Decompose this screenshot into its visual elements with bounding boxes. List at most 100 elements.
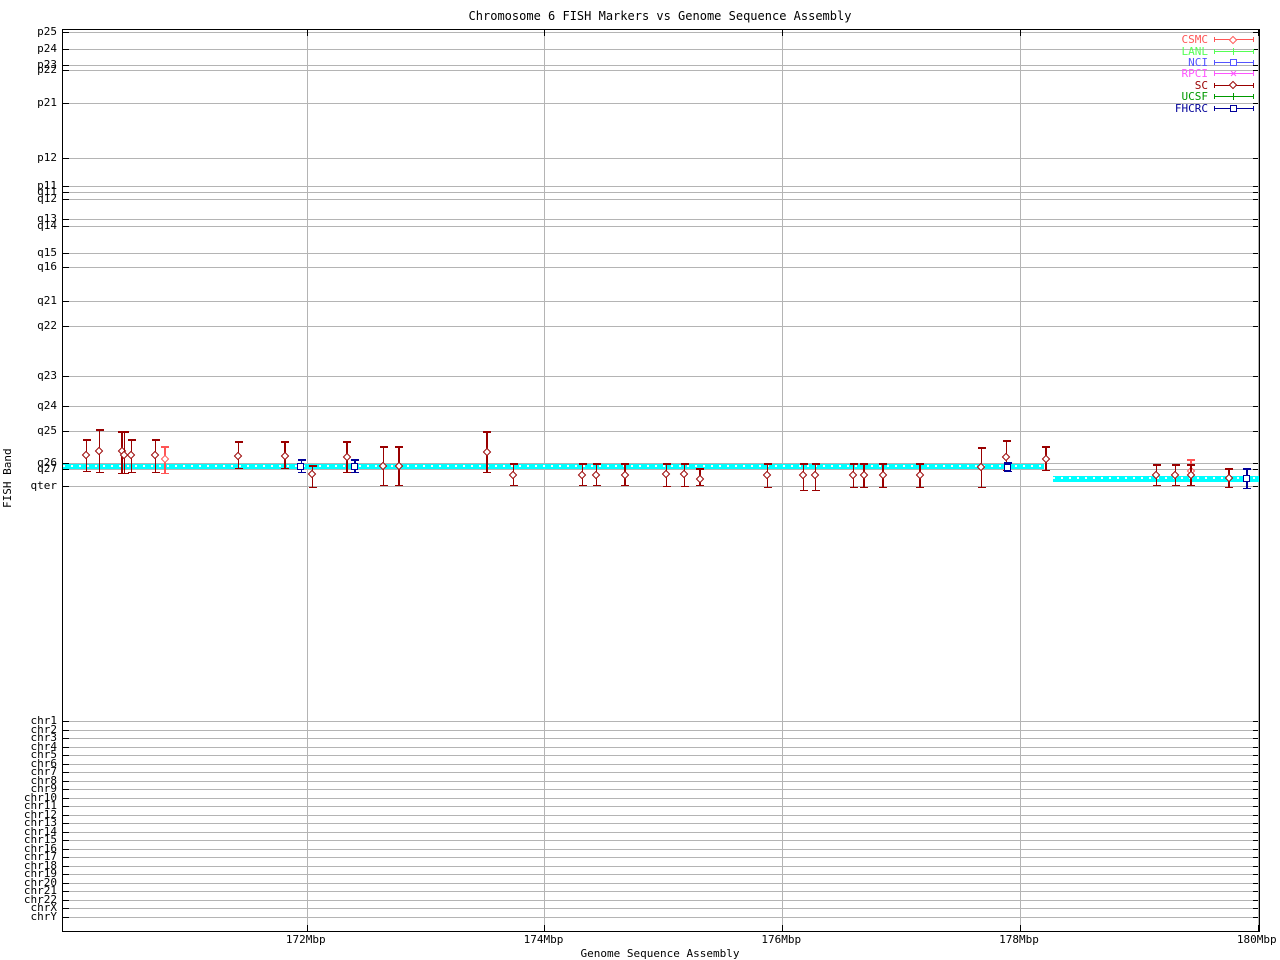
errorbar-sc bbox=[95, 429, 104, 473]
y-gridline bbox=[63, 797, 1259, 799]
errorbar-cap-top bbox=[1225, 468, 1234, 470]
errorbar-cap-bottom bbox=[860, 486, 869, 488]
y-tick-label: q21 bbox=[37, 294, 57, 307]
y-tick-label: chrY bbox=[30, 909, 58, 923]
diamond-marker-icon bbox=[160, 454, 169, 464]
errorbar-cap-top bbox=[483, 431, 492, 433]
errorbar-cap-bottom bbox=[281, 467, 290, 469]
diamond-marker-icon bbox=[810, 470, 820, 480]
diamond-marker-icon bbox=[280, 451, 290, 461]
legend-sample-cap-right bbox=[1253, 37, 1254, 43]
errorbar-sc bbox=[379, 446, 388, 486]
y-gridline bbox=[63, 376, 1259, 377]
errorbar-cap-bottom bbox=[395, 484, 404, 486]
assembly-band-dashes bbox=[63, 464, 1044, 467]
y-gridline bbox=[63, 326, 1259, 327]
y-gridline bbox=[63, 158, 1259, 159]
y-tick-left bbox=[63, 780, 69, 782]
errorbar-sc bbox=[915, 463, 925, 488]
y-gridline bbox=[63, 721, 1259, 722]
y-tick-left bbox=[63, 899, 69, 901]
errorbar-cap-top bbox=[696, 468, 705, 470]
y-tick-left bbox=[63, 840, 69, 841]
diamond-marker-icon bbox=[127, 450, 136, 460]
y-gridline bbox=[63, 486, 1259, 487]
legend-sample-cap-left bbox=[1214, 94, 1215, 100]
errorbar-cap-bottom bbox=[662, 485, 671, 487]
errorbar-sc bbox=[592, 463, 601, 486]
errorbar-sc bbox=[1041, 446, 1051, 471]
errorbar-cap-bottom bbox=[799, 489, 808, 491]
y-tick-left bbox=[63, 301, 69, 302]
y-tick-left bbox=[63, 219, 69, 220]
y-gridline bbox=[63, 406, 1259, 407]
errorbar-sc bbox=[150, 439, 160, 473]
x-tick-bottom bbox=[1020, 925, 1022, 931]
y-gridline bbox=[63, 267, 1259, 268]
y-tick-left bbox=[63, 908, 69, 909]
y-tick-left bbox=[63, 916, 69, 918]
diamond-marker-icon bbox=[878, 470, 888, 480]
y-tick-label: q24 bbox=[37, 399, 57, 412]
errorbar-sc bbox=[1186, 464, 1196, 486]
errorbar-cap-bottom bbox=[234, 467, 243, 469]
y-gridline bbox=[63, 253, 1259, 254]
x-gridline bbox=[1020, 30, 1022, 931]
y-tick-left bbox=[63, 857, 69, 858]
y-tick-label: q25 bbox=[37, 424, 57, 437]
x-tick-bottom bbox=[1257, 925, 1259, 931]
diamond-marker-icon bbox=[763, 470, 772, 480]
diamond-marker-icon bbox=[695, 474, 704, 484]
errorbar-cap-top bbox=[395, 446, 404, 448]
legend-item-fhcrc: FHCRC bbox=[1138, 102, 1254, 115]
diamond-marker-icon bbox=[82, 450, 91, 460]
errorbar-cap-bottom bbox=[1152, 484, 1161, 486]
y-gridline bbox=[63, 746, 1259, 748]
diamond-marker-icon bbox=[379, 461, 388, 471]
y-gridline bbox=[63, 806, 1259, 807]
y-tick-left bbox=[63, 882, 69, 884]
y-gridline bbox=[63, 301, 1259, 302]
errorbar-sc bbox=[763, 463, 772, 488]
errorbar-cap-top bbox=[1187, 464, 1196, 466]
y-gridline bbox=[63, 763, 1259, 765]
x-tick-top bbox=[782, 30, 784, 36]
y-tick-left bbox=[63, 103, 69, 104]
errorbar-sc bbox=[859, 463, 869, 488]
legend-sample bbox=[1214, 47, 1254, 56]
y-gridline bbox=[63, 32, 1259, 33]
y-tick-label: q14 bbox=[37, 219, 57, 232]
errorbar-cap-top bbox=[799, 463, 808, 465]
diamond-marker-icon bbox=[482, 447, 492, 457]
errorbar-cap-bottom bbox=[680, 485, 689, 487]
errorbar-cap-bottom bbox=[879, 486, 888, 488]
x-tick-top bbox=[1020, 30, 1022, 36]
y-tick-left bbox=[63, 253, 69, 254]
errorbar-cap-top bbox=[849, 463, 858, 465]
y-gridline bbox=[63, 848, 1259, 850]
errorbar-sc bbox=[1171, 464, 1180, 486]
legend-sample bbox=[1214, 104, 1254, 113]
errorbar-cap-top bbox=[879, 463, 888, 465]
diamond-marker-icon bbox=[1224, 473, 1234, 483]
y-tick-left bbox=[63, 729, 69, 731]
square-marker-icon bbox=[297, 463, 305, 470]
y-tick-left bbox=[63, 755, 69, 756]
y-gridline bbox=[63, 103, 1259, 104]
y-tick-left bbox=[63, 746, 69, 748]
diamond-marker-icon bbox=[1002, 452, 1011, 462]
diamond-marker-icon bbox=[680, 469, 689, 479]
y-tick-label: p21 bbox=[37, 96, 57, 109]
errorbar-cap-bottom bbox=[1243, 487, 1252, 489]
y-gridline bbox=[63, 70, 1259, 71]
legend-sample-cap-left bbox=[1214, 37, 1215, 43]
fish-markers-chart: Chromosome 6 FISH Markers vs Genome Sequ… bbox=[0, 0, 1280, 960]
diamond-marker-icon bbox=[1228, 81, 1238, 90]
errorbar-sc bbox=[977, 447, 986, 488]
y-tick-left bbox=[63, 865, 69, 867]
y-gridline bbox=[63, 186, 1259, 187]
legend-sample-cap-right bbox=[1253, 71, 1254, 77]
y-tick-left bbox=[63, 49, 69, 50]
diamond-marker-icon bbox=[859, 470, 869, 480]
diamond-marker-icon bbox=[1171, 470, 1180, 480]
